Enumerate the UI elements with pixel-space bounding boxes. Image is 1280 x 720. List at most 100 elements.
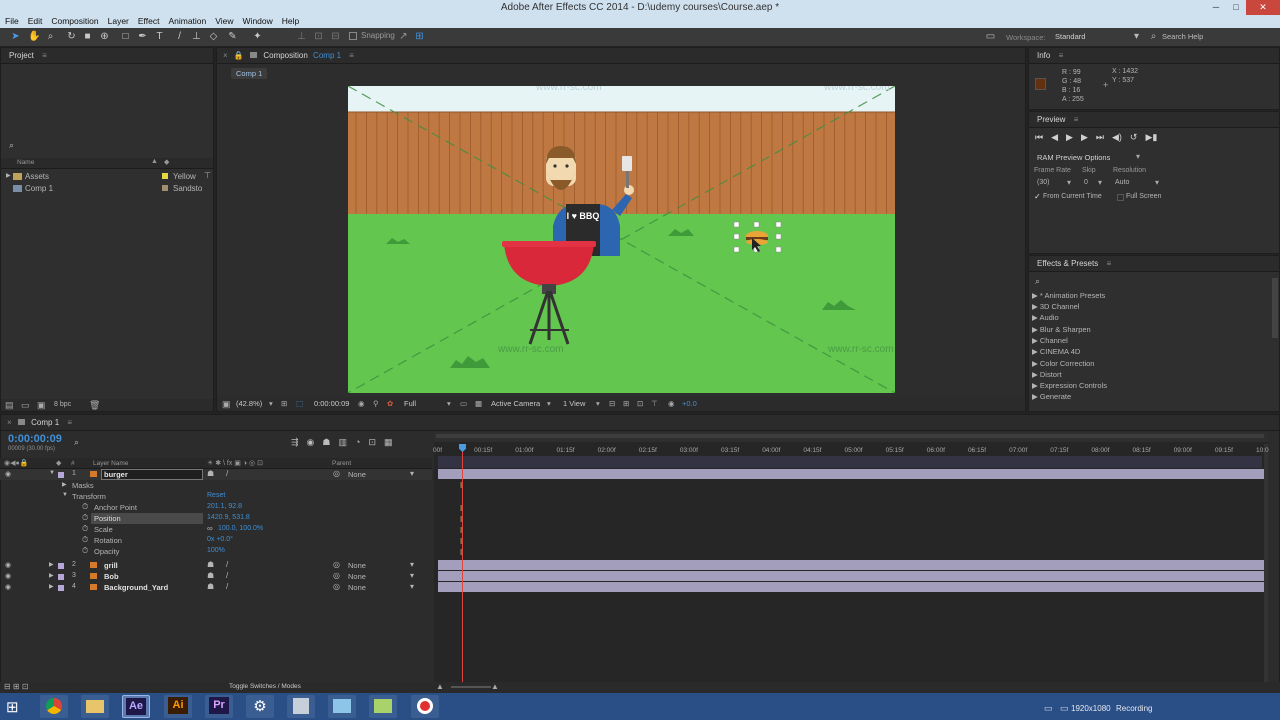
collapse-icon[interactable]: ▼ [49,470,55,476]
dropdown-icon[interactable]: ▾ [1098,178,1102,187]
toggle-switches-modes[interactable]: Toggle Switches / Modes [229,683,301,690]
premiere-icon[interactable]: Pr [205,695,233,718]
layer-name[interactable]: Background_Yard [104,583,168,592]
timeline-tab[interactable]: × Comp 1 ≡ [1,415,1279,431]
bit-depth-button[interactable]: 8 bpc [54,401,71,408]
view-layout-select[interactable]: 1 View [563,397,585,411]
quality-switch-icon[interactable]: / [226,560,228,569]
next-frame-icon[interactable]: ▶ [1081,132,1088,143]
dropdown-icon[interactable]: ▾ [447,397,451,411]
dropdown-icon[interactable]: ▾ [1136,152,1140,161]
eraser-tool-icon[interactable]: ◇ [208,31,219,42]
panel-menu-icon[interactable]: ≡ [349,51,354,60]
selection-tool-icon[interactable]: ➤ [10,31,21,42]
draft-3d-icon[interactable]: ◉ [307,437,315,448]
pickwhip-icon[interactable]: ◎ [333,582,340,591]
property-value[interactable]: 201.1, 92.8 [207,503,242,510]
menu-composition[interactable]: Composition [51,15,98,28]
masks-group[interactable]: ▶ Masks [0,480,432,491]
menu-window[interactable]: Window [243,15,273,28]
workspace-dropdown-icon[interactable]: ▾ [1131,31,1142,42]
clone-tool-icon[interactable]: ⊥ [191,31,202,42]
keyframe-icon[interactable]: I [460,526,462,535]
layer-bar-grill[interactable] [438,560,1264,570]
menu-file[interactable]: File [5,15,19,28]
dropdown-icon[interactable]: ▾ [1155,178,1159,187]
snap-feather-icon[interactable]: ⊞ [414,31,425,42]
column-parent[interactable]: Parent [332,460,351,467]
graph-editor-icon[interactable]: ⊡ [368,437,376,448]
frame-rate-select[interactable]: (30) [1037,179,1049,186]
pickwhip-icon[interactable]: ◎ [333,469,340,478]
file-explorer-icon[interactable] [81,695,109,718]
timeline-timecode[interactable]: 0:00:00:09 [8,433,62,445]
keyframe-icon[interactable]: I [460,504,462,513]
label-icon[interactable]: ◆ [56,459,61,467]
paint-icon[interactable] [369,695,397,718]
effect-category[interactable]: ▶ Distort [1032,369,1062,380]
layer-row[interactable]: ◉ ▶ 3 Bob ☗ / ◎ None ▾ [0,571,432,582]
preview-resolution-select[interactable]: Auto [1115,179,1129,186]
parent-select[interactable]: None [348,583,366,592]
dropdown-icon[interactable]: ▾ [269,397,273,411]
dropdown-icon[interactable]: ▾ [596,397,600,411]
layer-bar-background[interactable] [438,582,1264,592]
property-row[interactable]: ⏱ Opacity 100% [0,546,432,557]
vr-icon[interactable]: ▭ [985,31,996,42]
windows-start-icon[interactable]: ⊞ [6,698,19,716]
notes-icon[interactable] [287,695,315,718]
expand-switches-icon[interactable]: ⊟ ⊞ ⊡ [4,682,29,691]
collapse-icon[interactable]: ▼ [62,492,68,498]
dropdown-icon[interactable]: ▾ [410,582,414,591]
effect-category[interactable]: ▶ Generate [1032,391,1071,402]
sort-icon[interactable]: ▲ [151,158,158,165]
full-screen-checkbox[interactable] [1117,194,1124,201]
search-help-input[interactable]: Search Help [1162,32,1203,41]
pen-tool-icon[interactable]: ✒ [137,31,148,42]
flowchart-icon[interactable]: ⊤ [204,171,211,180]
rotate-tool-icon[interactable]: ↻ [66,31,77,42]
roto-tool-icon[interactable]: ✎ [227,31,238,42]
property-row[interactable]: ⏱ Position 1420.9, 531.8 [0,513,432,524]
layer-label-swatch[interactable] [58,472,64,478]
layer-row[interactable]: ◉ ▶ 2 grill ☗ / ◎ None ▾ [0,560,432,571]
eye-icon[interactable]: ◉ [5,561,11,569]
effect-category[interactable]: ▶ Color Correction [1032,358,1094,369]
expand-icon[interactable]: ▶ [49,561,54,568]
skip-select[interactable]: 0 [1084,179,1088,186]
effect-category[interactable]: ▶ Expression Controls [1032,380,1107,391]
stopwatch-icon[interactable]: ⏱ [82,535,88,545]
property-value[interactable]: 0x +0.0° [207,536,233,543]
show-snapshot-icon[interactable]: ⚲ [373,397,379,411]
label-swatch[interactable] [162,173,168,179]
effect-category[interactable]: ▶ Channel [1032,335,1068,346]
work-area-navigator[interactable] [436,434,1264,438]
reset-link[interactable]: Reset [207,492,225,499]
snapshot-icon[interactable]: ◉ [358,397,365,411]
timeline-icon[interactable]: ⊡ [637,397,643,411]
project-item-comp1[interactable]: Comp 1 Sandsto [1,183,213,194]
pickwhip-icon[interactable]: ◎ [333,571,340,580]
expand-icon[interactable]: ▶ [6,172,11,179]
project-search-icon[interactable]: ⌕ [9,140,14,151]
column-layer-name[interactable]: Layer Name [93,460,128,467]
quality-switch-icon[interactable]: / [226,582,228,591]
search-help-icon[interactable]: ⌕ [1148,31,1159,42]
record-icon[interactable] [411,695,439,718]
preview-tab[interactable]: Preview ≡ [1029,112,1279,128]
switches-icons[interactable]: ☀ ✱ \ fx ▣ ◑ ◎ ⊡ [207,459,263,467]
brainstorm-icon[interactable]: ▦ [384,437,393,448]
pickwhip-icon[interactable]: ◎ [333,560,340,569]
comp-mini-flowchart-icon[interactable]: ⇶ [291,437,299,448]
menu-animation[interactable]: Animation [168,15,206,28]
effects-search-icon[interactable]: ⌕ [1035,276,1040,287]
brush-tool-icon[interactable]: / [174,31,185,42]
last-frame-icon[interactable]: ⏭ [1096,132,1104,143]
chrome-icon[interactable] [40,695,68,718]
panel-menu-icon[interactable]: ≡ [1074,115,1079,124]
magnification-select[interactable]: (42.8%) [236,397,262,411]
toggle-pixel-icon[interactable]: ⊟ [609,397,615,411]
ram-preview-options-select[interactable]: RAM Preview Options [1037,153,1110,162]
composition-tab[interactable]: × 🔒 Composition Comp 1 ≡ [217,48,1025,64]
property-value[interactable]: 100.0, 100.0% [218,525,263,532]
